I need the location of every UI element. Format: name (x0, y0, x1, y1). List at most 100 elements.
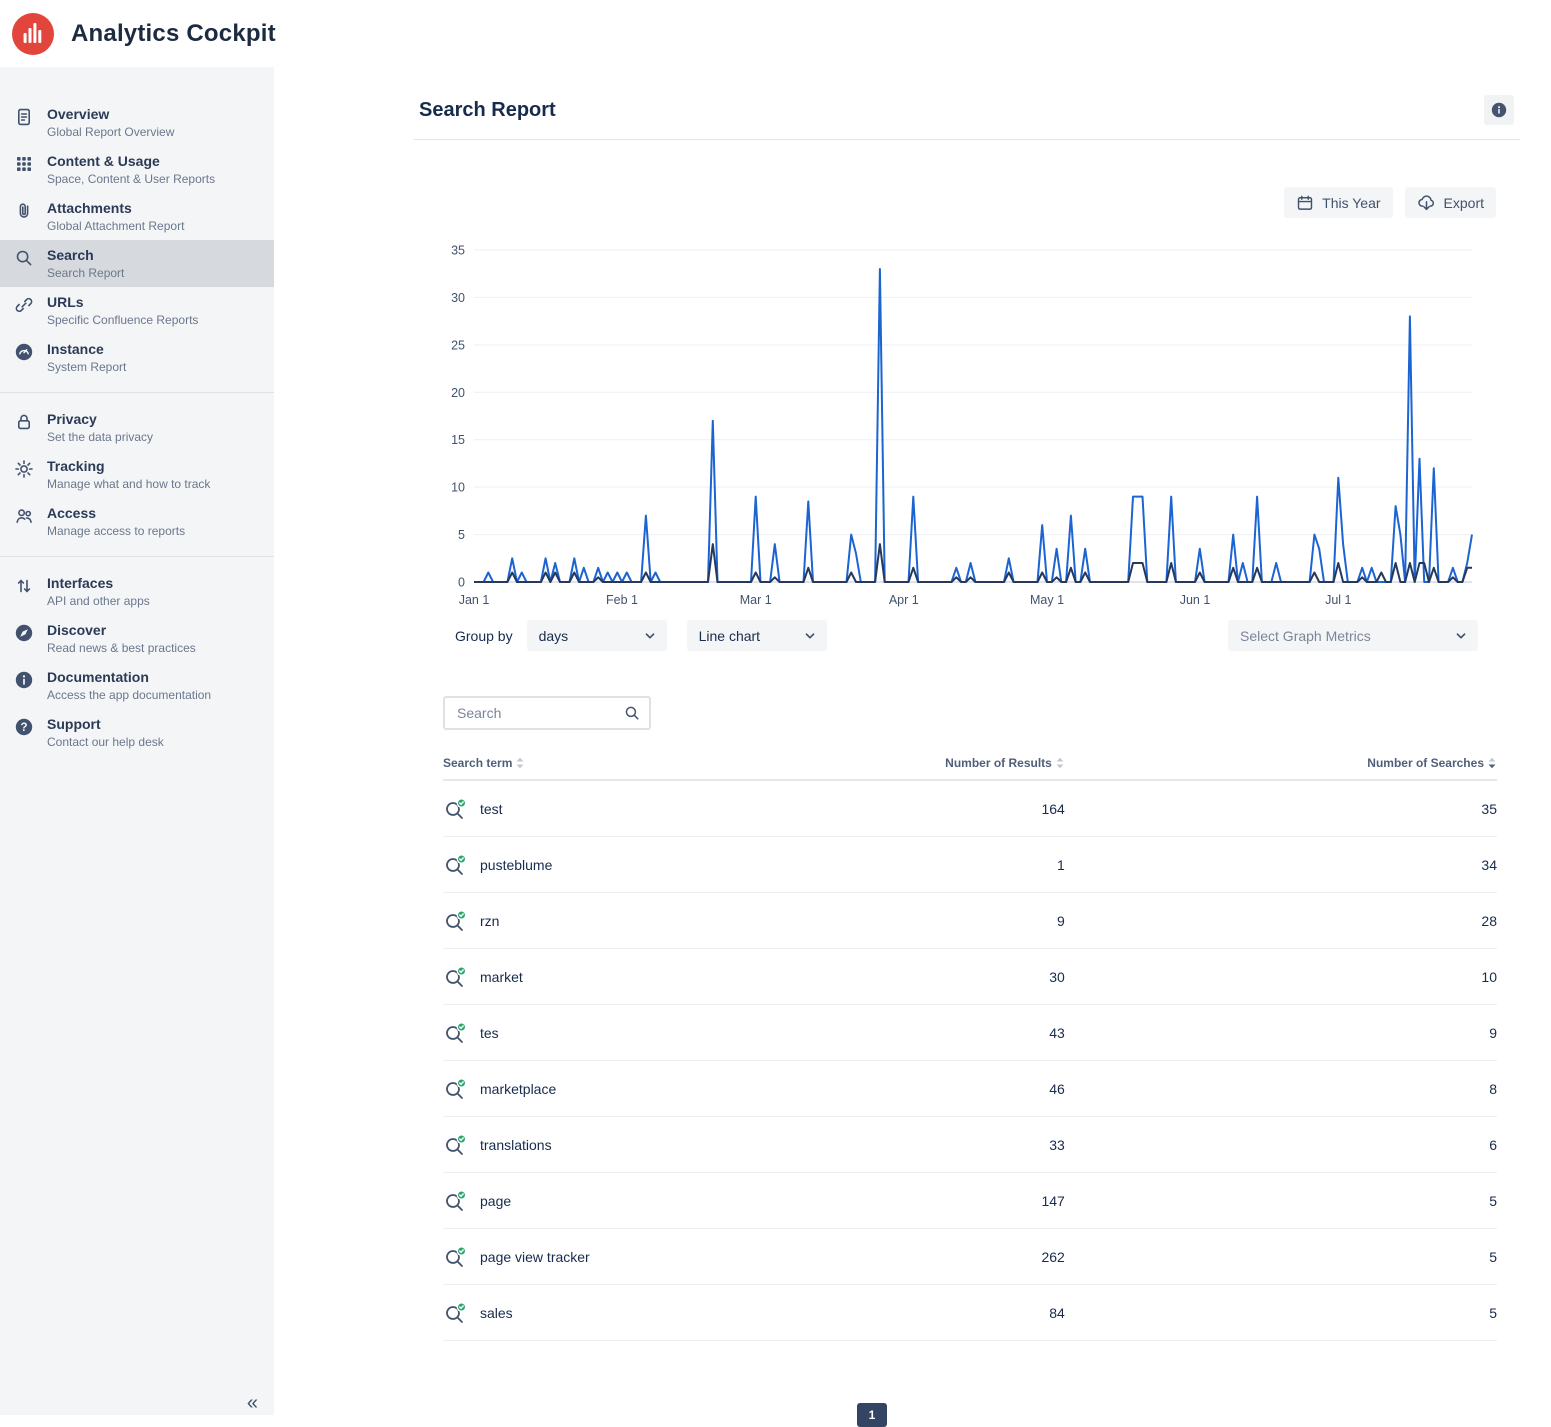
sidebar-item-privacy[interactable]: Privacy Set the data privacy (0, 404, 274, 451)
sidebar-item-title: Attachments (47, 199, 184, 218)
sidebar-item-documentation[interactable]: Documentation Access the app documentati… (0, 662, 274, 709)
svg-text:Mar 1: Mar 1 (740, 593, 772, 607)
search-term: page (480, 1193, 511, 1209)
sidebar-item-instance[interactable]: Instance System Report (0, 334, 274, 381)
group-by-select[interactable]: days (527, 620, 667, 651)
results-value: 262 (907, 1249, 1065, 1265)
column-header-number-of-searches[interactable]: Number of Searches (1367, 756, 1497, 770)
question-icon: ? (14, 717, 34, 737)
sidebar-collapse-button[interactable]: « (247, 1393, 258, 1413)
pagination-page-1[interactable]: 1 (857, 1403, 887, 1427)
sidebar-item-interfaces[interactable]: Interfaces API and other apps (0, 568, 274, 615)
table-search-input[interactable] (455, 704, 623, 722)
column-header-label: Search term (443, 756, 512, 770)
results-value: 9 (907, 913, 1065, 929)
table-row[interactable]: page view tracker 262 5 (443, 1229, 1497, 1285)
sidebar-item-discover[interactable]: Discover Read news & best practices (0, 615, 274, 662)
this-year-label: This Year (1322, 195, 1380, 211)
sidebar-item-attachments[interactable]: Attachments Global Attachment Report (0, 193, 274, 240)
sidebar-item-subtitle: Global Report Overview (47, 124, 174, 140)
searches-value: 6 (1065, 1137, 1497, 1153)
graph-metrics-select[interactable]: Select Graph Metrics (1228, 620, 1478, 651)
sidebar-item-subtitle: Global Attachment Report (47, 218, 184, 234)
searches-value: 10 (1065, 969, 1497, 985)
svg-text:Jul 1: Jul 1 (1325, 593, 1351, 607)
search-check-icon (443, 854, 467, 876)
svg-text:35: 35 (451, 244, 465, 258)
column-header-search-term[interactable]: Search term (443, 756, 525, 770)
results-value: 164 (907, 801, 1065, 817)
table-search-field[interactable] (443, 696, 651, 730)
svg-text:Jan 1: Jan 1 (459, 593, 490, 607)
svg-text:Apr 1: Apr 1 (889, 593, 919, 607)
sidebar-item-subtitle: Read news & best practices (47, 640, 196, 656)
sidebar-item-content-usage[interactable]: Content & Usage Space, Content & User Re… (0, 146, 274, 193)
sidebar-item-title: Access (47, 504, 185, 523)
info-icon (14, 670, 34, 690)
compass-icon (14, 623, 34, 643)
svg-text:Jun 1: Jun 1 (1180, 593, 1211, 607)
table-row[interactable]: translations 33 6 (443, 1117, 1497, 1173)
column-header-number-of-results[interactable]: Number of Results (945, 756, 1065, 770)
table-row[interactable]: marketplace 46 8 (443, 1061, 1497, 1117)
searches-value: 5 (1065, 1193, 1497, 1209)
report-info-button[interactable] (1484, 95, 1514, 125)
sidebar-item-subtitle: API and other apps (47, 593, 150, 609)
search-check-icon (443, 1190, 467, 1212)
table-row[interactable]: page 147 5 (443, 1173, 1497, 1229)
people-icon (14, 506, 34, 526)
search-line-chart: 05101520253035Jan 1Feb 1Mar 1Apr 1May 1J… (436, 238, 1478, 612)
table-row[interactable]: pusteblume 1 34 (443, 837, 1497, 893)
chart-type-select[interactable]: Line chart (687, 620, 827, 651)
searches-value: 8 (1065, 1081, 1497, 1097)
gauge-icon (14, 342, 34, 362)
table-row[interactable]: tes 43 9 (443, 1005, 1497, 1061)
sidebar-item-support[interactable]: ? Support Contact our help desk (0, 709, 274, 756)
searches-value: 5 (1065, 1249, 1497, 1265)
sidebar-item-title: Tracking (47, 457, 210, 476)
link-icon (14, 295, 34, 315)
grid-icon (14, 154, 34, 174)
sidebar-item-tracking[interactable]: Tracking Manage what and how to track (0, 451, 274, 498)
svg-text:30: 30 (451, 291, 465, 305)
document-icon (14, 107, 34, 127)
export-label: Export (1444, 195, 1484, 211)
table-row[interactable]: market 30 10 (443, 949, 1497, 1005)
results-value: 147 (907, 1193, 1065, 1209)
sidebar-item-subtitle: Specific Confluence Reports (47, 312, 198, 328)
app-header: Analytics Cockpit (0, 0, 1551, 67)
sidebar-item-subtitle: Manage access to reports (47, 523, 185, 539)
table-row[interactable]: sales 84 5 (443, 1285, 1497, 1341)
sidebar-item-subtitle: Access the app documentation (47, 687, 211, 703)
search-term: page view tracker (480, 1249, 590, 1265)
sidebar-item-title: Content & Usage (47, 152, 215, 171)
search-chart: 05101520253035Jan 1Feb 1Mar 1Apr 1May 1J… (436, 238, 1478, 612)
svg-text:10: 10 (451, 481, 465, 495)
column-header-label: Number of Searches (1367, 756, 1484, 770)
sidebar-item-title: Discover (47, 621, 196, 640)
results-value: 1 (907, 857, 1065, 873)
search-check-icon (443, 1246, 467, 1268)
sidebar-item-urls[interactable]: URLs Specific Confluence Reports (0, 287, 274, 334)
search-check-icon (443, 966, 467, 988)
sidebar-item-subtitle: Space, Content & User Reports (47, 171, 215, 187)
main-content: Search Report This Year (274, 67, 1551, 1415)
svg-text:20: 20 (451, 386, 465, 400)
table-row[interactable]: rzn 9 28 (443, 893, 1497, 949)
search-term: market (480, 969, 523, 985)
sidebar-item-title: Privacy (47, 410, 153, 429)
group-by-label: Group by (455, 628, 513, 644)
results-value: 84 (907, 1305, 1065, 1321)
sidebar-item-access[interactable]: Access Manage access to reports (0, 498, 274, 545)
chevron-down-icon (1454, 629, 1468, 643)
search-check-icon (443, 1022, 467, 1044)
this-year-button[interactable]: This Year (1284, 187, 1392, 218)
chart-type-value: Line chart (699, 628, 760, 644)
table-row[interactable]: test 164 35 (443, 781, 1497, 837)
export-button[interactable]: Export (1405, 187, 1496, 218)
searches-value: 28 (1065, 913, 1497, 929)
sidebar-item-search[interactable]: Search Search Report (0, 240, 274, 287)
sidebar-item-overview[interactable]: Overview Global Report Overview (0, 99, 274, 146)
search-term: marketplace (480, 1081, 556, 1097)
chevron-down-icon (643, 629, 657, 643)
